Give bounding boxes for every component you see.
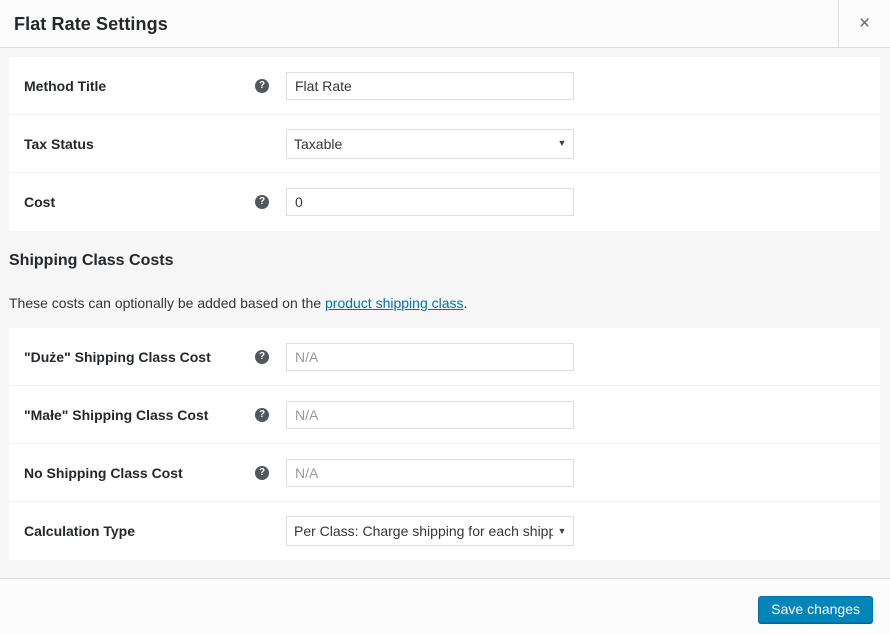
field-cell — [286, 71, 880, 100]
label-duze-shipping-class-cost: "Duże" Shipping Class Cost — [24, 348, 211, 365]
help-cell: ? — [255, 78, 286, 93]
label-tax-status: Tax Status — [24, 135, 94, 152]
field-cell: Per Class: Charge shipping for each ship… — [286, 516, 880, 546]
no-shipping-class-cost-input[interactable] — [286, 458, 574, 487]
table-row: No Shipping Class Cost ? — [9, 444, 880, 502]
label-no-shipping-class-cost: No Shipping Class Cost — [24, 464, 183, 481]
main-settings-table: Method Title ? Tax Status Taxable ▼ — [9, 57, 880, 231]
modal-header: Flat Rate Settings × — [0, 0, 890, 48]
label-male-shipping-class-cost: "Małe" Shipping Class Cost — [24, 406, 209, 423]
cost-input[interactable] — [286, 188, 574, 216]
help-cell: ? — [255, 465, 286, 480]
field-cell — [286, 458, 880, 487]
chevron-down-icon: ▼ — [557, 525, 567, 536]
help-icon[interactable]: ? — [255, 465, 269, 480]
close-icon[interactable]: × — [839, 0, 890, 47]
section-description: These costs can optionally be added base… — [9, 294, 890, 312]
help-icon[interactable]: ? — [255, 349, 269, 364]
section-description-text-after: . — [463, 295, 468, 311]
male-shipping-class-cost-input[interactable] — [286, 400, 574, 429]
help-icon[interactable]: ? — [255, 407, 269, 422]
field-cell — [286, 342, 880, 371]
field-cell — [286, 400, 880, 429]
help-cell: ? — [255, 195, 286, 209]
table-row: Method Title ? — [9, 57, 880, 115]
help-cell: ? — [255, 349, 286, 364]
chevron-down-icon: ▼ — [557, 138, 567, 148]
modal-footer: Save changes — [0, 578, 890, 634]
calculation-type-selected-value: Per Class: Charge shipping for each ship… — [294, 523, 553, 539]
shipping-class-table: "Duże" Shipping Class Cost ? "Małe" Ship… — [9, 328, 880, 560]
product-shipping-class-link[interactable]: product shipping class — [325, 295, 464, 311]
field-cell: Taxable ▼ — [286, 128, 880, 159]
tax-status-selected-value: Taxable — [294, 135, 343, 152]
duze-shipping-class-cost-input[interactable] — [286, 342, 574, 371]
table-row: "Małe" Shipping Class Cost ? — [9, 386, 880, 444]
save-changes-button[interactable]: Save changes — [758, 596, 873, 623]
page-title: Flat Rate Settings — [14, 14, 168, 34]
table-row: Tax Status Taxable ▼ — [9, 115, 880, 173]
label-calculation-type: Calculation Type — [24, 523, 135, 539]
help-icon[interactable]: ? — [255, 78, 269, 93]
section-title: Shipping Class Costs — [9, 252, 174, 269]
label-cost: Cost — [24, 194, 56, 210]
label-method-title: Method Title — [24, 77, 107, 94]
table-row: "Duże" Shipping Class Cost ? — [9, 328, 880, 386]
table-row: Calculation Type Per Class: Charge shipp… — [9, 502, 880, 560]
help-cell: ? — [255, 407, 286, 422]
modal-body: Method Title ? Tax Status Taxable ▼ — [0, 48, 890, 578]
section-description-text-before: These costs can optionally be added base… — [9, 295, 325, 311]
flat-rate-settings-modal: Flat Rate Settings × Method Title ? Tax … — [0, 0, 890, 634]
calculation-type-select[interactable]: Per Class: Charge shipping for each ship… — [286, 516, 574, 546]
shipping-class-section-header: Shipping Class Costs These costs can opt… — [0, 231, 890, 328]
method-title-input[interactable] — [286, 71, 574, 100]
table-row: Cost ? — [9, 173, 880, 231]
tax-status-select[interactable]: Taxable ▼ — [286, 128, 574, 159]
help-icon[interactable]: ? — [255, 195, 269, 209]
field-cell — [286, 188, 880, 216]
